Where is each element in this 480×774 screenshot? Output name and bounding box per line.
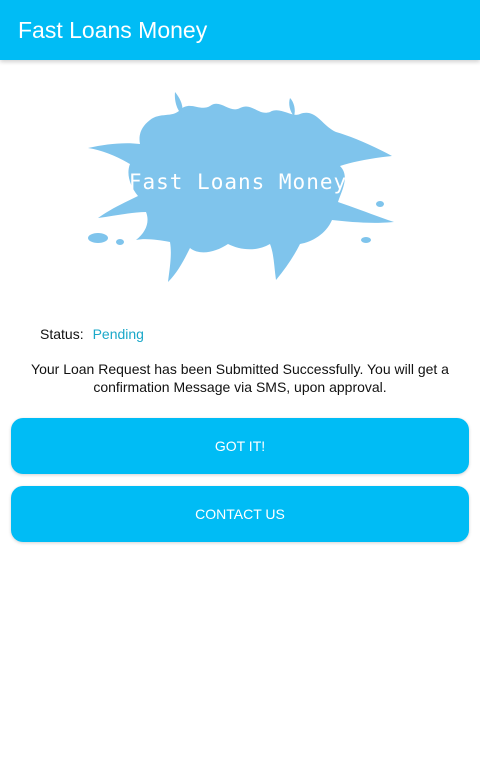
- splash-drip: [289, 98, 295, 116]
- splash-drip: [174, 92, 183, 114]
- logo-text: Fast Loans Money: [129, 170, 347, 194]
- got-it-button[interactable]: GOT IT!: [11, 418, 469, 474]
- app-bar: Fast Loans Money: [0, 0, 480, 60]
- splash-drop: [88, 233, 108, 243]
- splash-drop: [116, 239, 124, 245]
- contact-us-button[interactable]: CONTACT US: [11, 486, 469, 542]
- logo: Fast Loans Money: [80, 92, 400, 284]
- app-title: Fast Loans Money: [18, 17, 208, 43]
- splash-logo-icon: Fast Loans Money: [88, 92, 394, 283]
- status-row: Status: Pending: [40, 324, 144, 344]
- splash-drop: [376, 201, 384, 207]
- status-badge: Pending: [92, 326, 144, 342]
- confirmation-message: Your Loan Request has been Submitted Suc…: [31, 361, 449, 395]
- splash-drop: [277, 258, 283, 270]
- splash-drop: [361, 237, 371, 243]
- status-label: Status:: [40, 326, 84, 342]
